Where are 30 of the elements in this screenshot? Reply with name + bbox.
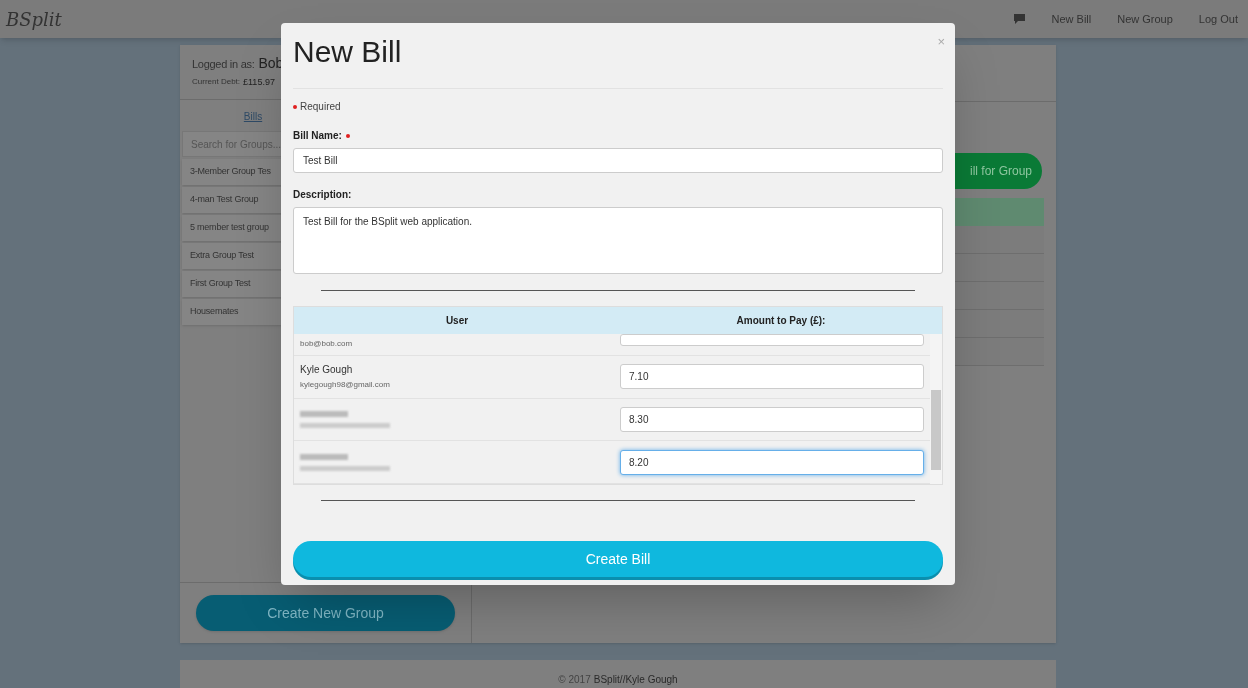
amount-field[interactable]: 8.20: [620, 449, 924, 475]
copyright-text: © 2017: [558, 673, 591, 687]
create-group-button[interactable]: Create New Group: [196, 595, 455, 631]
amount-field[interactable]: 7.10: [620, 364, 924, 390]
modal-title: New Bill: [293, 37, 402, 67]
nav-link[interactable]: New Bill: [1051, 10, 1092, 28]
nav-link[interactable]: New Group: [1117, 10, 1173, 28]
field-label: Bill Name:: [293, 129, 342, 143]
user-email: kylegough98@gmail.com: [300, 379, 391, 392]
column-header: User: [444, 314, 470, 328]
brand-logo[interactable]: BSplit: [6, 5, 62, 33]
user-email: bob@bob.com: [300, 338, 354, 351]
bill-name-field[interactable]: Test Bill: [293, 148, 943, 173]
close-button[interactable]: ×: [937, 35, 945, 48]
user-name: Kyle Gough: [300, 363, 354, 378]
credit-text: BSplit//Kyle Gough: [593, 673, 678, 687]
nav-link[interactable]: Log Out: [1198, 10, 1238, 28]
required-marker: [293, 104, 297, 109]
amount-field[interactable]: 8.30: [620, 406, 924, 432]
amount-field[interactable]: [620, 334, 924, 346]
column-header: Amount to Pay (£):: [735, 314, 827, 328]
debt-label: Current Debt:: [192, 76, 241, 88]
chat-icon[interactable]: [1014, 14, 1026, 24]
debt-amount: £115.97: [243, 76, 275, 89]
description-field[interactable]: Test Bill for the BSplit web application.: [293, 207, 943, 274]
bills-tab[interactable]: Bills: [243, 108, 263, 124]
required-note: Required: [300, 100, 341, 114]
create-bill-button[interactable]: Create Bill: [293, 541, 943, 577]
logged-in-label: Logged in as:: [192, 57, 255, 72]
field-label: Description:: [293, 188, 352, 202]
